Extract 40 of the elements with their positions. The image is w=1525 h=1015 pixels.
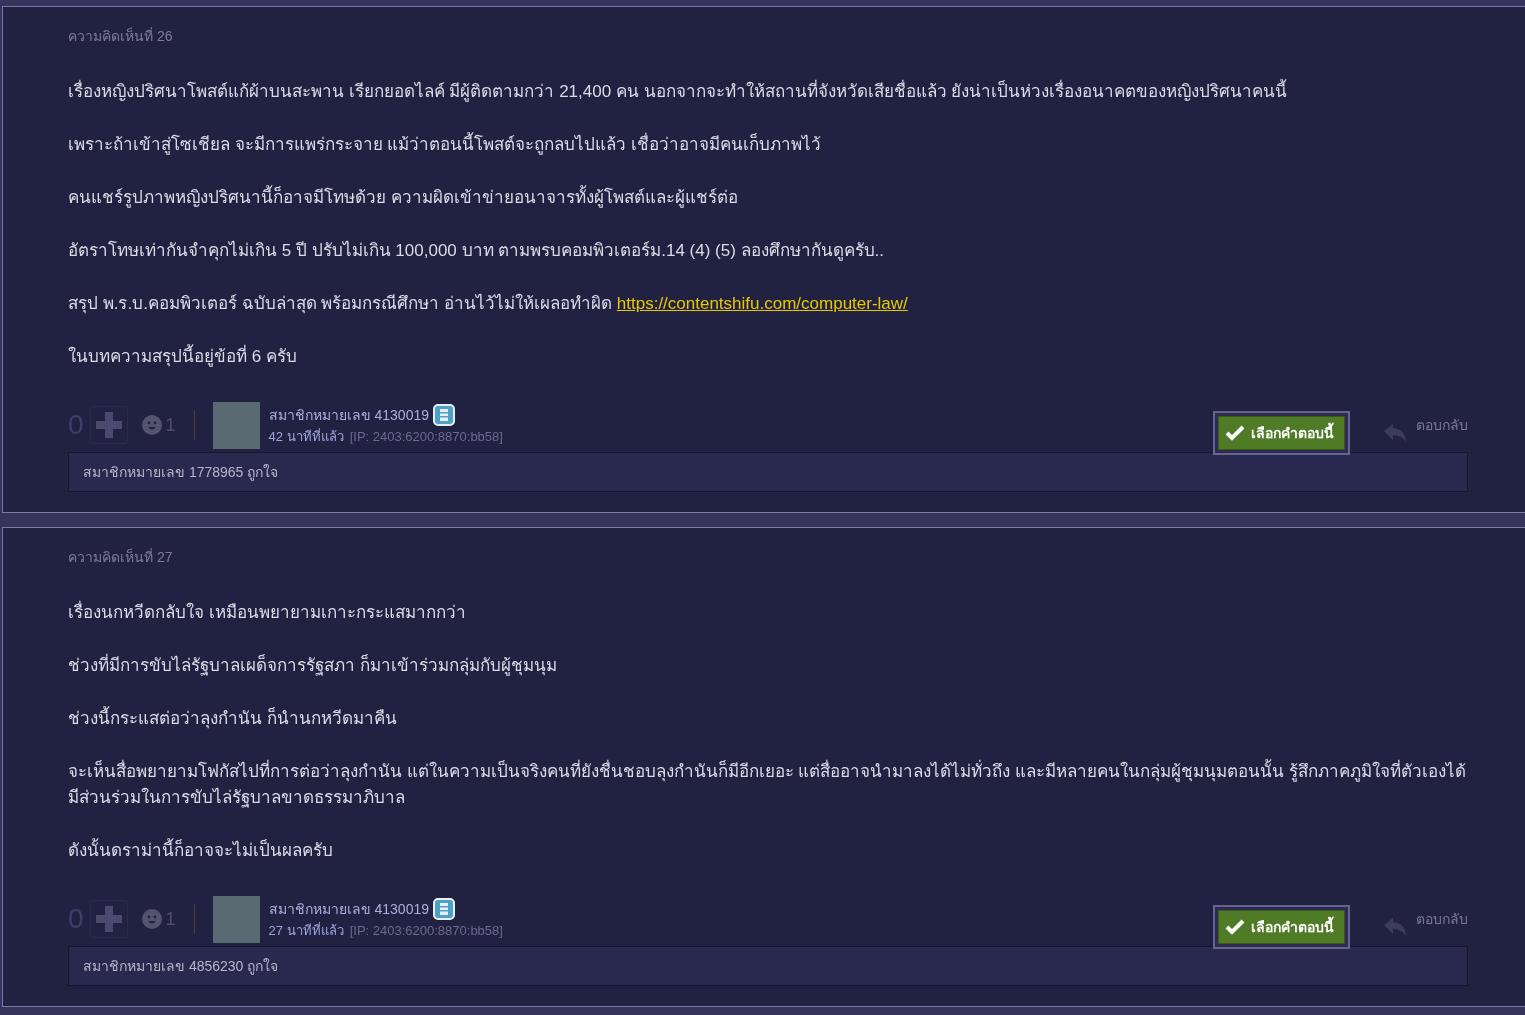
select-answer-button[interactable]: เลือกคำตอบนี้: [1213, 411, 1350, 455]
post-time: 27 นาทีที่แล้ว: [268, 922, 344, 938]
comment-paragraph: ในบทความสรุปนี้อยู่ข้อที่ 6 ครับ: [68, 344, 1468, 370]
vote-plus-button[interactable]: [89, 406, 128, 444]
comment-number: ความคิดเห็นที่ 26: [68, 26, 174, 46]
check-icon: [1225, 919, 1245, 935]
comment-paragraph: ดังนั้นดราม่านี้ก็อาจจะไม่เป็นผลครับ: [68, 838, 1468, 864]
comment-paragraph: อัตราโทษเท่ากันจำคุกไม่เกิน 5 ปี ปรับไม่เกิน 100,000 บาท ตามพรบคอมพิวเตอร์ม.14 (4) (5) ลองศึกษากันดูครับ..: [68, 239, 886, 263]
post-time: 42 นาทีที่แล้ว: [268, 428, 344, 444]
reply-icon[interactable]: [1384, 424, 1406, 442]
article-link[interactable]: https://contentshifu.com/computer-law/: [616, 294, 908, 313]
vote-plus-button[interactable]: [89, 900, 128, 938]
ip-address: [IP: 2403:6200:8870:bb58]: [349, 922, 503, 938]
comment-paragraph: เรื่องนกหวีดกลับใจ เหมือนพยายามเกาะกระแสมากกว่า: [68, 600, 1468, 626]
member-badge-icon: [433, 897, 455, 920]
comment-paragraph: เรื่องหญิงปริศนาโพสต์แก้ผ้าบนสะพาน เรียกยอดไลค์ มีผู้ติดตามกว่า 21,400 คน นอกจากจะทำให้สถานที่จังหวัดเสียชื่อแล้ว ยังน่าเป็นห่วงเรื่องอนาคตของหญิงปริศนาคนนี้: [68, 79, 1468, 105]
likes-bar: สมาชิกหมายเลข 4856230 ถูกใจ: [68, 946, 1468, 986]
smiley-icon[interactable]: [141, 909, 162, 929]
comment-number: ความคิดเห็นที่ 27: [68, 547, 174, 567]
comment-paragraph: เพราะถ้าเข้าสู่โซเชียล จะมีการแพร่กระจาย แม้ว่าตอนนี้โพสต์จะถูกลบไปแล้ว เชื่อว่าอาจมีคนเก็บภาพไว้: [68, 132, 1468, 158]
member-badge-icon: [433, 403, 455, 426]
plus-icon: [95, 412, 122, 438]
likes-bar: สมาชิกหมายเลข 1778965 ถูกใจ: [68, 452, 1468, 492]
reply-icon[interactable]: [1384, 918, 1406, 936]
reply-link[interactable]: ตอบกลับ: [1416, 908, 1468, 930]
select-answer-button[interactable]: เลือกคำตอบนี้: [1213, 905, 1350, 949]
avatar-placeholder[interactable]: [212, 401, 260, 449]
comment-paragraph: จะเห็นสื่อพยายามโฟกัสไปที่การต่อว่าลุงกำนัน แต่ในความเป็นจริงคนที่ยังชื่นชอบลุงกำนันก็มีอีกเยอะ แต่สื่ออาจนำมาลงได้ไม่ทั่วถึง และมีหลายคนในกลุ่มผู้ชุมนุมตอนนั้น รู้สึกภาคภูมิใจที่ตัวเองได้มีส่วนร่วมในการขับไล่รัฐบาลขาดธรรมาภิบาล: [68, 759, 1468, 811]
comment-paragraph: คนแชร์รูปภาพหญิงปริศนานี้ก็อาจมีโทษด้วย ความผิดเข้าข่ายอนาจารทั้งผู้โพสต์และผู้แชร์ต่อ: [68, 185, 1468, 211]
comment-paragraph: สรุป พ.ร.บ.คอมพิวเตอร์ ฉบับล่าสุด พร้อมกรณีศึกษา อ่านไว้ไม่ให้เผลอทำผิด https://contentshifu.com/computer-law/: [68, 292, 909, 316]
smiley-icon[interactable]: [141, 415, 162, 435]
comment-paragraph: ช่วงที่มีการขับไล่รัฐบาลเผด็จการรัฐสภา ก็มาเข้าร่วมกลุ่มกับผู้ชุมนุม: [68, 653, 1468, 679]
member-name[interactable]: สมาชิกหมายเลข 4130019: [268, 403, 429, 426]
check-icon: [1225, 425, 1245, 441]
member-name[interactable]: สมาชิกหมายเลข 4130019: [268, 897, 429, 920]
plus-icon: [95, 906, 122, 932]
ip-address: [IP: 2403:6200:8870:bb58]: [349, 428, 503, 444]
reply-link[interactable]: ตอบกลับ: [1416, 414, 1468, 436]
avatar-placeholder[interactable]: [212, 895, 260, 943]
comment-paragraph: ช่วงนี้กระแสต่อว่าลุงกำนัน ก็นำนกหวีดมาคืน: [68, 706, 1468, 732]
